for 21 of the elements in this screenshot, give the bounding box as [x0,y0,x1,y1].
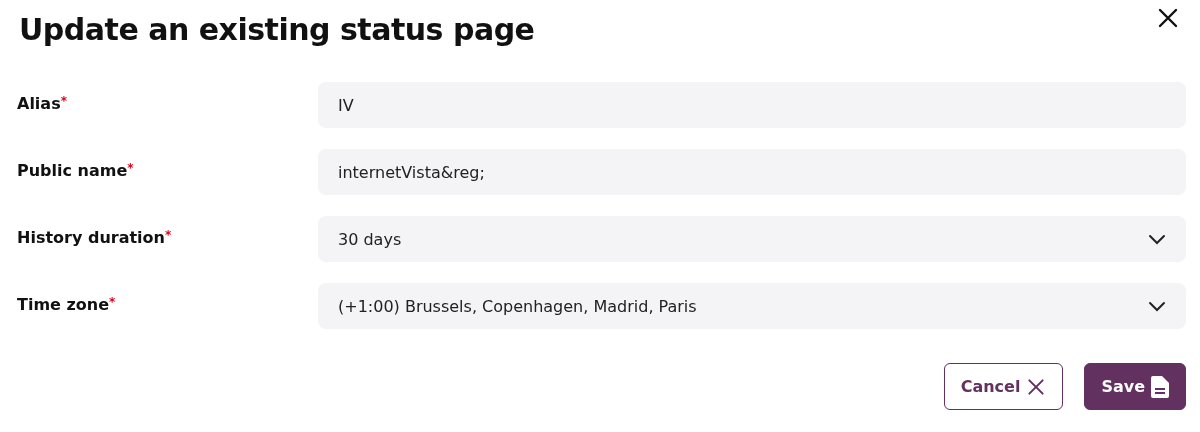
select-field[interactable]: (+1:00) Brussels, Copenhagen, Madrid, Paris [318,283,1186,329]
chevron-down-icon [1148,300,1166,312]
close-button[interactable] [1156,6,1180,30]
close-icon [1026,376,1047,397]
field-label: Time zone* [17,294,117,314]
chevron-down-icon [1148,233,1166,245]
input-field[interactable]: IV [318,82,1186,128]
field-label: History duration* [17,227,173,247]
field-label: Alias* [17,93,68,113]
required-mark: * [60,94,67,108]
document-icon [1151,375,1169,398]
input-field[interactable]: internetVista&reg; [318,149,1186,195]
required-mark: * [127,161,134,175]
close-icon [1156,6,1180,30]
select-field[interactable]: 30 days [318,216,1186,262]
field-label: Public name* [17,160,135,180]
dialog-title: Update an existing status page [19,11,535,49]
required-mark: * [165,228,172,242]
required-mark: * [109,295,116,309]
save-button[interactable]: Save [1084,363,1186,410]
cancel-button[interactable]: Cancel [943,363,1064,410]
